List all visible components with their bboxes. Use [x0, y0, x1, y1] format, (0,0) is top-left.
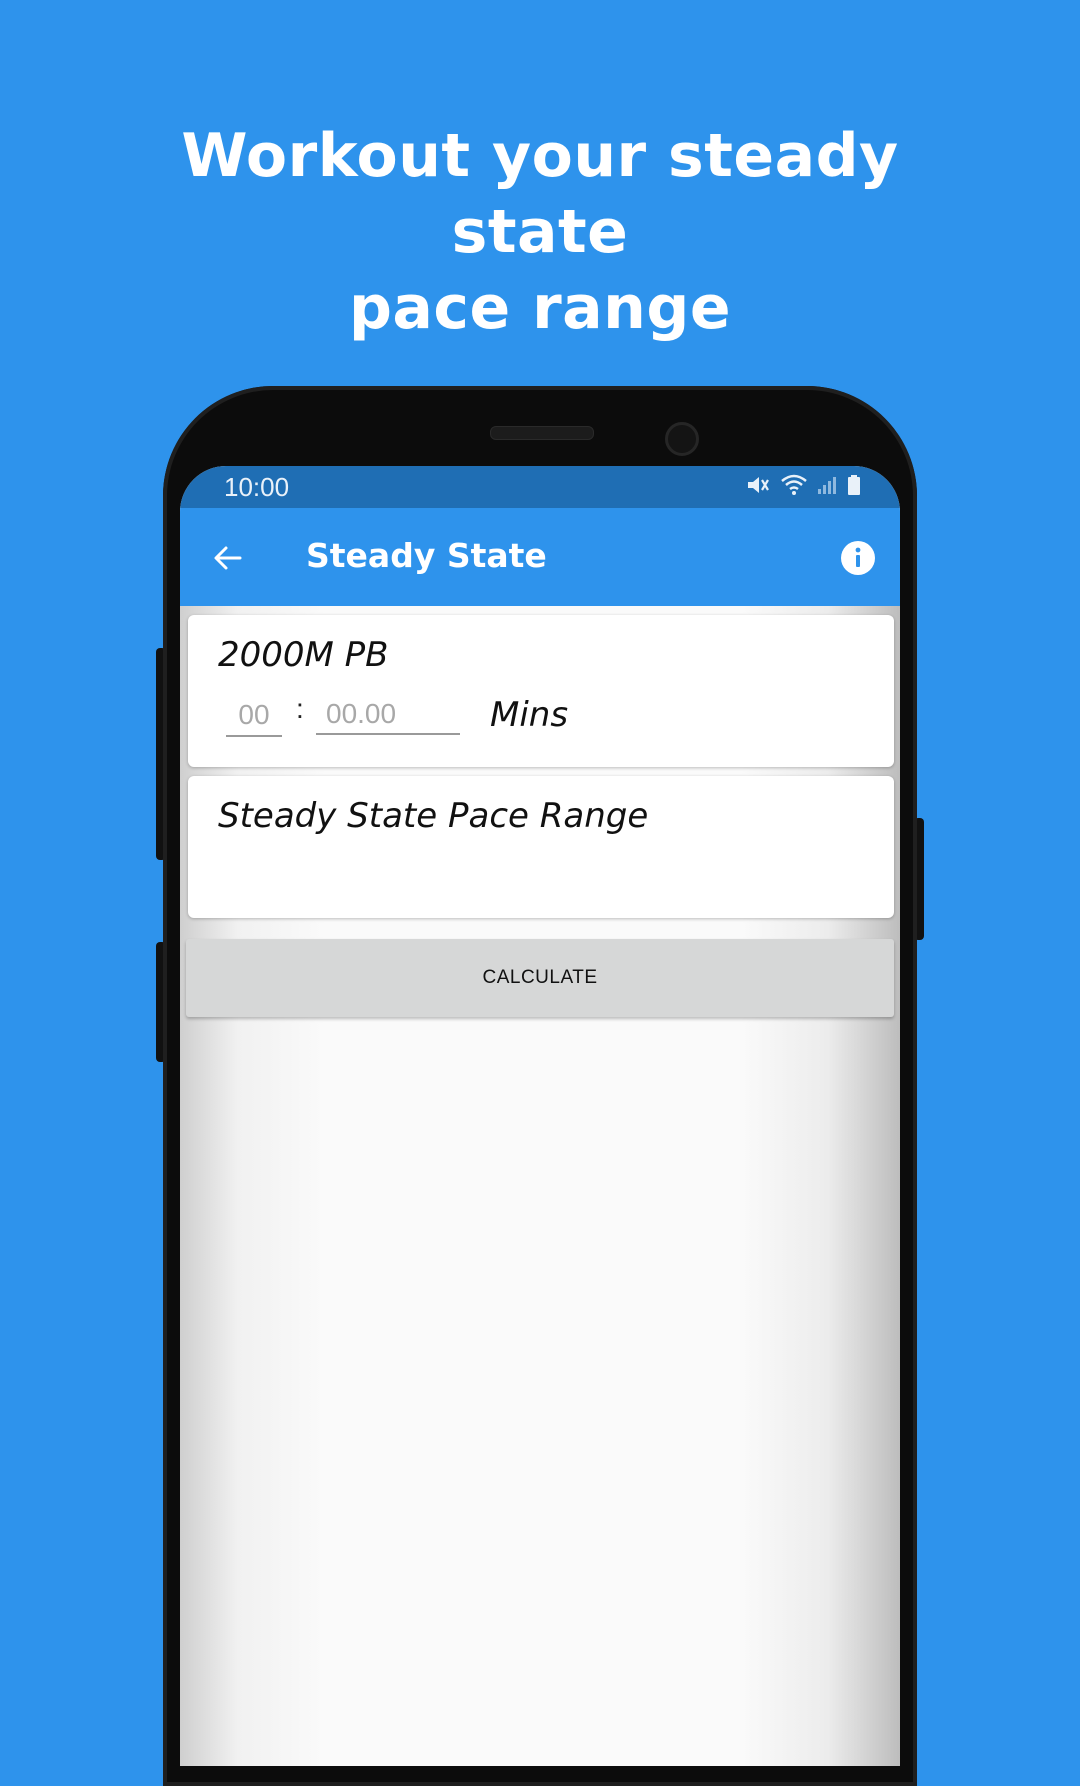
page-title: Steady State [306, 536, 547, 575]
pace-range-label: Steady State Pace Range [218, 796, 649, 836]
calculate-button[interactable]: CALCULATE [186, 939, 894, 1017]
promo-headline: Workout your steady state pace range [90, 118, 990, 346]
seconds-input[interactable] [316, 695, 460, 735]
info-icon[interactable] [840, 540, 876, 576]
phone-speaker [490, 426, 594, 440]
status-time: 10:00 [224, 472, 290, 502]
arrow-left-icon[interactable] [212, 542, 244, 574]
status-icons [746, 474, 862, 496]
pb-label: 2000M PB [218, 635, 389, 675]
units-label: Mins [490, 695, 569, 735]
pb-card: 2000M PB : Mins [188, 615, 894, 767]
signal-icon [818, 477, 836, 494]
headline-line-1: Workout your steady state [181, 121, 899, 267]
wifi-icon [781, 474, 807, 495]
status-bar: 10:00 [180, 466, 900, 508]
phone-screen: 10:00 Steady State 2000M PB 00: 00.00 M… [180, 466, 900, 1766]
time-separator: : [296, 693, 304, 724]
minutes-input[interactable] [226, 695, 282, 737]
headline-line-2: pace range [348, 273, 732, 343]
pace-range-card: Steady State Pace Range [188, 776, 894, 918]
app-bar: Steady State [180, 508, 900, 606]
battery-icon [848, 475, 860, 495]
mute-icon [748, 477, 769, 493]
front-camera-icon [665, 422, 699, 456]
